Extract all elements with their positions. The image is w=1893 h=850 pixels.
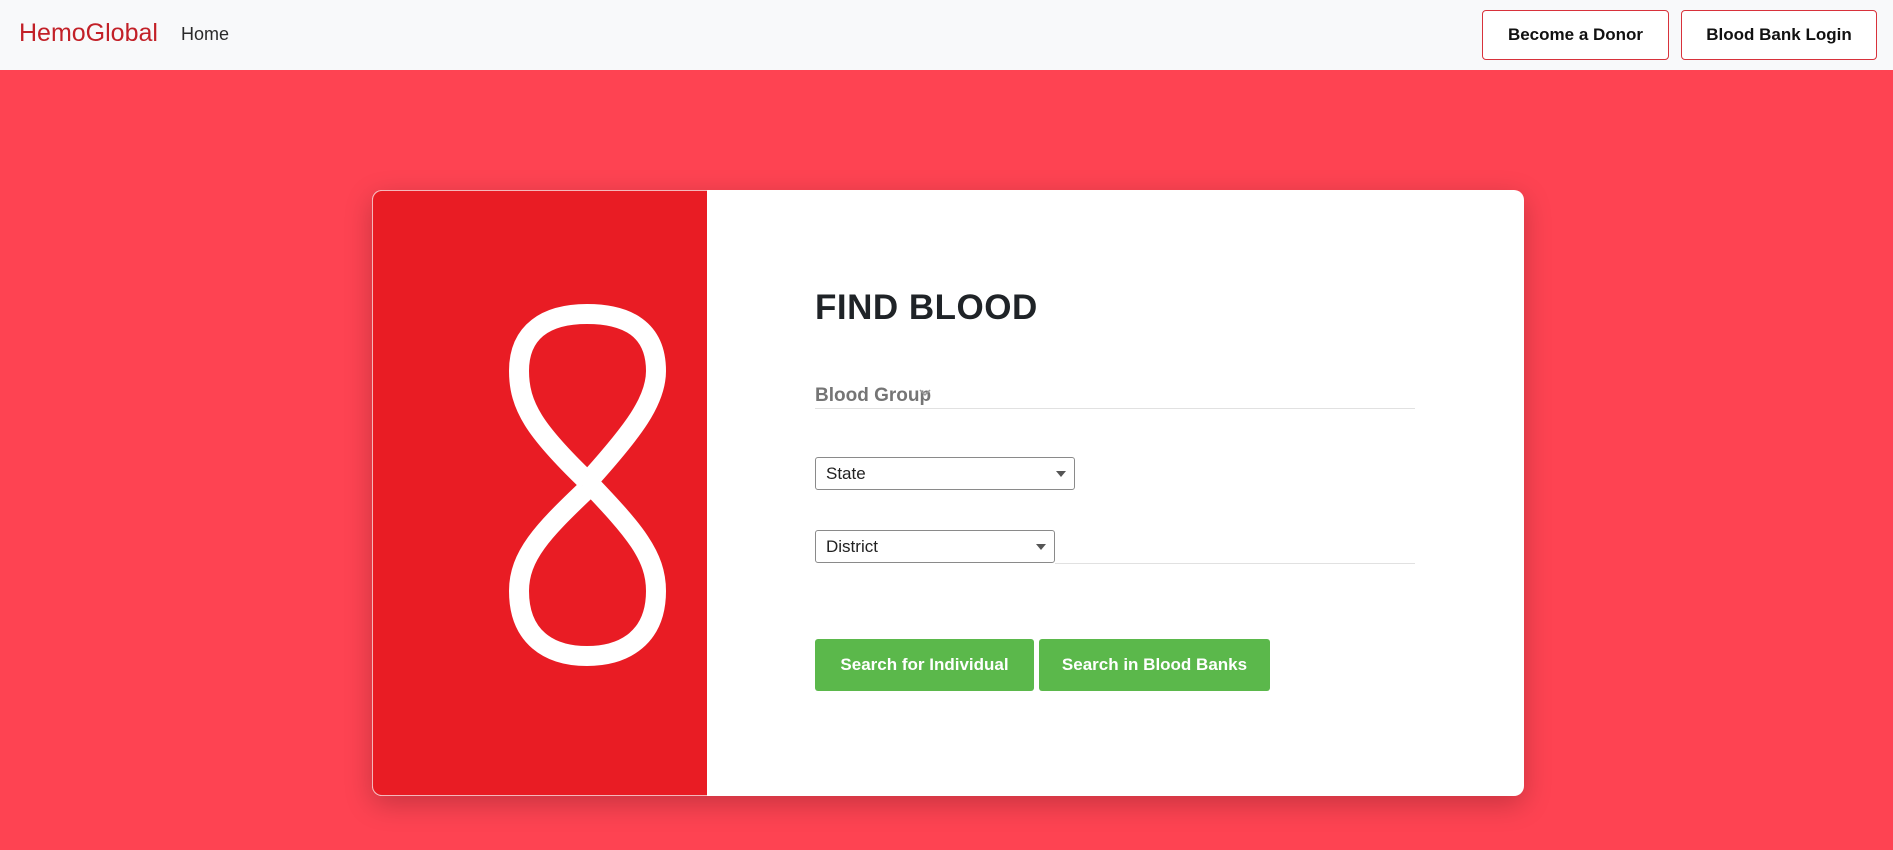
find-blood-card: FIND BLOOD Blood Group State District Se… bbox=[372, 190, 1524, 796]
district-underline bbox=[1055, 563, 1415, 564]
nav-home-link[interactable]: Home bbox=[181, 24, 229, 45]
blood-bank-login-button[interactable]: Blood Bank Login bbox=[1681, 10, 1877, 60]
district-select[interactable]: District bbox=[815, 530, 1055, 563]
blood-group-dropdown[interactable]: Blood Group bbox=[815, 385, 931, 407]
brand-logo[interactable]: HemoGlobal bbox=[19, 19, 158, 48]
find-blood-title: FIND BLOOD bbox=[815, 288, 1038, 327]
search-individual-button[interactable]: Search for Individual bbox=[815, 639, 1034, 691]
top-navbar: HemoGlobal Home Become a Donor Blood Ban… bbox=[0, 0, 1893, 70]
chevron-down-icon[interactable] bbox=[919, 389, 931, 397]
district-select-value: District bbox=[826, 537, 878, 556]
state-select-value: State bbox=[826, 464, 866, 483]
dropdown-arrow-icon bbox=[1036, 544, 1046, 550]
search-blood-banks-button[interactable]: Search in Blood Banks bbox=[1039, 639, 1270, 691]
state-select[interactable]: State bbox=[815, 457, 1075, 490]
dropdown-arrow-icon bbox=[1056, 471, 1066, 477]
hero-image-panel bbox=[372, 190, 707, 796]
blood-drop-loop-icon bbox=[508, 303, 667, 667]
become-donor-button[interactable]: Become a Donor bbox=[1482, 10, 1669, 60]
